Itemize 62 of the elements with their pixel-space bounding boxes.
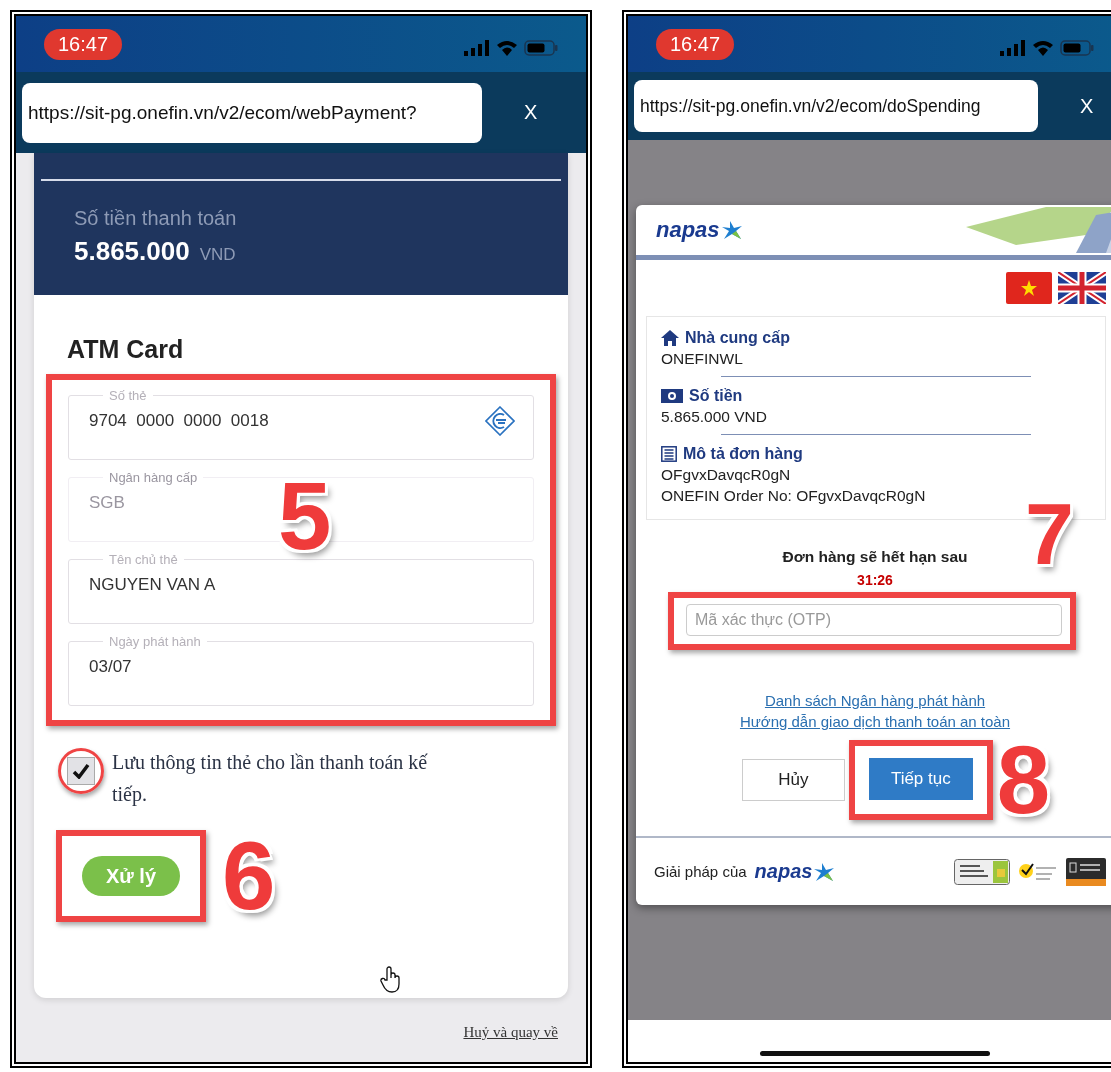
info-title: Mô tả đơn hàng (683, 445, 803, 463)
ssl-badge-icon (954, 858, 1010, 885)
pci-badge-icon (1066, 857, 1106, 886)
info-title: Nhà cung cấp (685, 329, 790, 347)
countdown-timer: 31:26 (857, 572, 893, 588)
info-value: ONEFIN Order No: OFgvxDavqcR0gN (661, 487, 927, 505)
currency-label: VND (199, 245, 236, 265)
napas-logo: napas (754, 860, 836, 883)
signal-icon (464, 40, 490, 56)
wifi-icon (1032, 40, 1054, 56)
battery-icon (524, 40, 558, 56)
flag-uk-icon (1058, 272, 1106, 304)
field-label: Tên chủ thẻ (108, 552, 179, 567)
star-mark-icon (813, 861, 836, 882)
otp-input[interactable]: Mã xác thực (OTP) (686, 604, 1062, 636)
field-value: NGUYEN VAN A (89, 575, 216, 595)
form-title: ATM Card (67, 335, 185, 364)
field-label: Ngày phát hành (108, 634, 202, 649)
info-value: OFgvxDavqcR0gN (661, 466, 792, 484)
continue-button[interactable]: Tiếp tục (868, 758, 973, 800)
field-label: Ngân hàng cấp (108, 470, 199, 485)
hand-pointer-icon (380, 966, 402, 994)
info-title: Số tiền (689, 387, 743, 405)
field-value: 9704 0000 0000 0018 (89, 411, 269, 431)
url-field[interactable]: https://sit-pg.onefin.vn/v2/ecom/webPayment? (22, 82, 482, 143)
info-value: ONEFINWL (661, 350, 744, 368)
step-number: 8 (996, 732, 1051, 828)
napas-logo: napas (656, 217, 743, 243)
list-icon (661, 446, 677, 462)
banknote-icon (661, 389, 683, 403)
close-button[interactable]: X (516, 97, 546, 128)
step-number: 7 (1025, 490, 1074, 578)
checkbox[interactable] (67, 757, 95, 785)
cancel-link[interactable]: Huỷ và quay về (463, 1024, 558, 1041)
checkmark-icon (72, 763, 90, 779)
input-field[interactable]: Số thẻ 9704 0000 0000 0018 (68, 388, 534, 460)
wifi-icon (496, 40, 518, 56)
status-time: 16:47 (44, 28, 123, 60)
input-field[interactable]: Ngày phát hành 03/07 (68, 634, 534, 706)
checkbox-label: Lưu thông tin thẻ cho lần thanh toán kế tiếp. (112, 750, 429, 808)
star-mark-icon (720, 220, 743, 240)
help-link[interactable]: Hướng dẫn giao dịch thanh toán an toàn (739, 713, 1011, 730)
field-label: Số thẻ (108, 388, 148, 403)
flag-vietnam-icon (1006, 272, 1052, 304)
home-icon (661, 330, 679, 346)
diamond-logo-icon (485, 406, 515, 436)
help-link[interactable]: Danh sách Ngân hàng phát hành (764, 692, 986, 709)
info-value: 5.865.000 VND (661, 408, 768, 426)
step-number: 6 (222, 828, 276, 924)
expiry-label: Đơn hàng sẽ hết hạn sau (782, 548, 968, 566)
cancel-button[interactable]: Hủy (741, 759, 845, 801)
amount-value: 5.865.000 (74, 236, 190, 267)
field-value: 03/07 (89, 657, 132, 677)
input-field[interactable]: Tên chủ thẻ NGUYEN VAN A (68, 552, 534, 624)
url-field[interactable]: https://sit-pg.onefin.vn/v2/ecom/doSpending (634, 80, 1038, 132)
footer-label: Giải pháp của (654, 863, 747, 880)
amount-label: Số tiền thanh toán (74, 207, 238, 230)
field-value: SGB (89, 493, 125, 513)
status-time: 16:47 (656, 28, 735, 60)
battery-icon (1060, 40, 1094, 56)
signal-icon (1000, 40, 1026, 56)
close-button[interactable]: X (1072, 90, 1102, 122)
